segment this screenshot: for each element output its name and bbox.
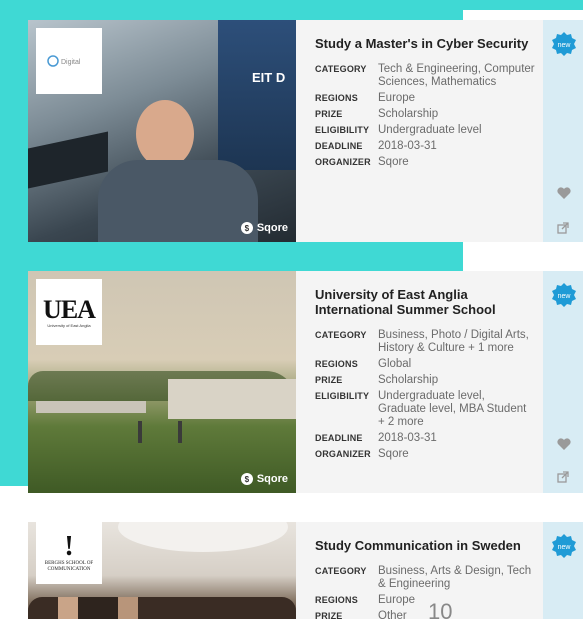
field-row: ELIGIBILITY Undergraduate level — [315, 124, 482, 136]
svg-text:new: new — [558, 42, 572, 49]
svg-text:Digital: Digital — [61, 59, 81, 66]
sqore-logo-icon: $ — [240, 222, 253, 234]
heart-icon[interactable] — [557, 438, 571, 450]
external-link-icon[interactable] — [557, 471, 569, 483]
photo-people — [118, 421, 208, 443]
field-row: PRIZE Scholarship — [315, 108, 439, 120]
external-link-icon[interactable] — [557, 222, 569, 234]
opportunity-card[interactable]: EIT D Digital $ Sqore Study a Master's i… — [28, 20, 583, 242]
organization-logo: UEA University of East Anglia — [36, 279, 102, 345]
svg-text:new: new — [558, 293, 572, 300]
new-badge-icon: new — [552, 32, 576, 56]
photo-laptop — [28, 131, 108, 189]
opportunity-card[interactable]: UEA University of East Anglia $ Sqore Un… — [28, 271, 583, 493]
exclamation-logo-icon: ! — [64, 531, 74, 562]
card-title[interactable]: University of East Anglia International … — [315, 287, 533, 317]
new-badge-icon: new — [552, 283, 576, 307]
photo-crowd — [28, 597, 296, 619]
card-actions: new — [543, 20, 583, 242]
field-row: CATEGORY Business, Photo / Digital Arts, … — [315, 329, 529, 354]
photo-lamp — [118, 522, 288, 552]
field-row: ORGANIZER Sqore — [315, 156, 409, 168]
field-row: ELIGIBILITY Undergraduate level, Graduate… — [315, 390, 527, 428]
field-row: ORGANIZER Sqore — [315, 448, 409, 460]
photo-person-body — [98, 160, 258, 242]
card-title[interactable]: Study Communication in Sweden — [315, 538, 533, 553]
card-photo[interactable]: UEA University of East Anglia $ Sqore — [28, 271, 296, 493]
field-row: CATEGORY Tech & Engineering, Computer Sci… — [315, 63, 535, 88]
photo-sign-text: EIT D — [252, 70, 286, 85]
sqore-logo-icon: $ — [240, 473, 253, 485]
field-row: CATEGORY Business, Arts & Design, Tech & … — [315, 565, 532, 590]
opportunity-card[interactable]: ! BERGHS SCHOOL OF COMMUNICATION Study C… — [28, 522, 583, 619]
field-row: PRIZE Scholarship — [315, 374, 439, 386]
teal-background-strip — [463, 0, 583, 10]
photo-person-head — [136, 100, 194, 168]
field-row: REGIONS Europe — [315, 92, 416, 104]
field-row: DEADLINE 2018-03-31 — [315, 432, 437, 444]
photo-building-low — [36, 401, 146, 413]
card-photo[interactable]: ! BERGHS SCHOOL OF COMMUNICATION — [28, 522, 296, 619]
page-number: 10 — [428, 599, 453, 624]
photo-bg-panel — [218, 20, 296, 170]
sqore-watermark: $ Sqore — [240, 222, 288, 234]
field-row: DEADLINE 2018-03-31 — [315, 140, 437, 152]
organization-logo: Digital — [36, 28, 102, 94]
sqore-watermark: $ Sqore — [240, 473, 288, 485]
card-info: University of East Anglia International … — [296, 271, 543, 493]
field-row: REGIONS Global — [315, 358, 412, 370]
card-actions: new — [543, 522, 583, 619]
card-info: Study a Master's in Cyber Security CATEG… — [296, 20, 543, 242]
card-info: Study Communication in Sweden CATEGORY Bu… — [296, 522, 543, 619]
new-badge-icon: new — [552, 534, 576, 558]
card-title[interactable]: Study a Master's in Cyber Security — [315, 36, 533, 51]
svg-text:new: new — [558, 544, 572, 551]
digital-logo-icon: Digital — [47, 55, 81, 67]
photo-building — [168, 379, 296, 419]
heart-icon[interactable] — [557, 187, 571, 199]
organization-logo: ! BERGHS SCHOOL OF COMMUNICATION — [36, 522, 102, 584]
card-actions: new — [543, 271, 583, 493]
card-photo[interactable]: EIT D Digital $ Sqore — [28, 20, 296, 242]
